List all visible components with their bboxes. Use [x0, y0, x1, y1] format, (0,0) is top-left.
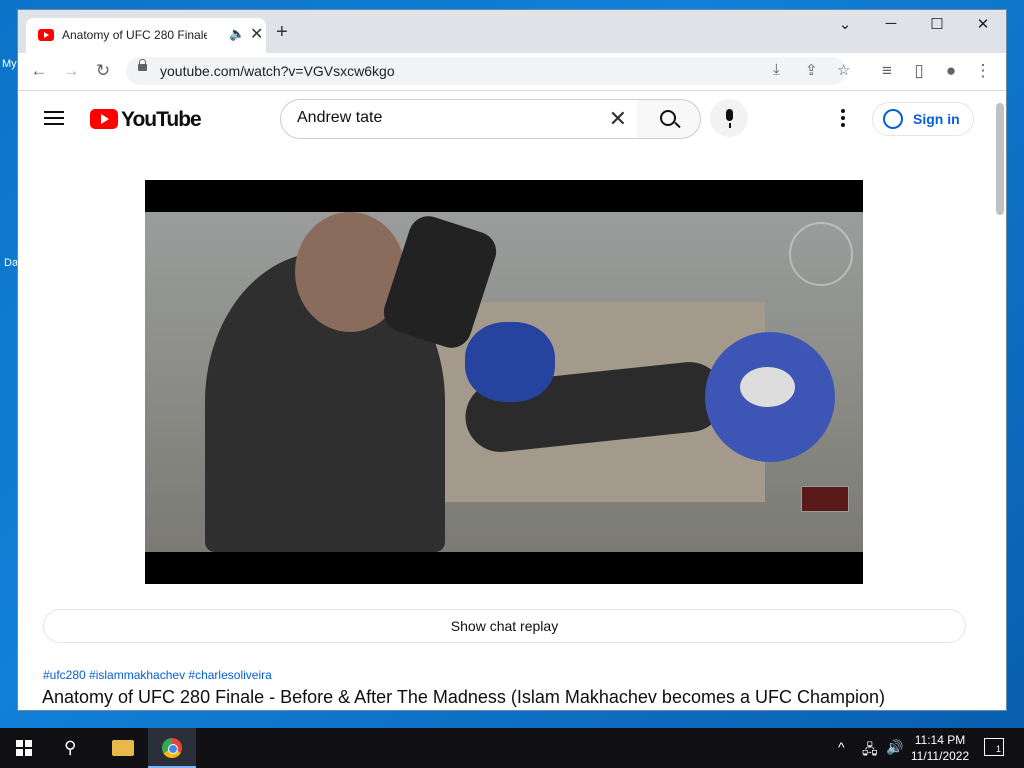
- video-frame: [145, 211, 863, 552]
- side-panel-icon[interactable]: ▯: [908, 61, 930, 81]
- youtube-wordmark: YouTube: [121, 108, 202, 131]
- install-icon[interactable]: ⤓: [773, 61, 780, 78]
- voice-search-button[interactable]: [710, 99, 748, 137]
- tab-title: Anatomy of UFC 280 Finale - Before & Aft…: [62, 28, 207, 42]
- account-icon: [883, 109, 903, 129]
- tab-search-icon[interactable]: ⌄: [822, 15, 868, 33]
- back-icon[interactable]: ←: [28, 61, 50, 81]
- youtube-play-icon: [90, 109, 118, 129]
- minimize-button[interactable]: ─: [868, 15, 914, 32]
- bookmark-star-icon[interactable]: ☆: [837, 61, 850, 79]
- chrome-taskbar-button[interactable]: [148, 728, 196, 768]
- sign-in-button[interactable]: Sign in: [872, 102, 974, 136]
- search-icon: [660, 110, 676, 126]
- new-tab-button[interactable]: +: [276, 22, 288, 42]
- video-title: Anatomy of UFC 280 Finale - Before & Aft…: [42, 687, 886, 707]
- youtube-page: YouTube ✕ Sign in: [18, 91, 1006, 710]
- notification-center-icon[interactable]: 1: [984, 738, 1004, 756]
- sign-in-label: Sign in: [913, 111, 960, 127]
- volume-icon[interactable]: 🔊: [886, 739, 903, 756]
- search-icon: ⚲: [64, 738, 77, 757]
- show-chat-replay-button[interactable]: Show chat replay: [43, 609, 966, 643]
- clock-date: 11/11/2022: [910, 749, 970, 763]
- settings-kebab-icon[interactable]: [841, 109, 845, 130]
- folder-icon: [112, 740, 134, 756]
- microphone-icon: [726, 109, 733, 121]
- desktop-icon-label[interactable]: Da: [4, 257, 18, 269]
- channel-watermark-icon: [789, 222, 853, 286]
- reload-icon[interactable]: ↻: [92, 61, 114, 81]
- video-player[interactable]: [145, 180, 863, 584]
- address-bar[interactable]: youtube.com/watch?v=VGVsxcw6kgo ⤓ ⇪ ☆: [126, 57, 850, 85]
- windows-logo-icon: [16, 740, 32, 756]
- branding-badge-icon: [801, 486, 849, 512]
- network-icon[interactable]: 🖧: [862, 739, 878, 763]
- video-hashtags[interactable]: #ufc280 #islammakhachev #charlesoliveira: [43, 668, 272, 682]
- taskbar: ⚲ ^ 🖧 🔊 11:14 PM 11/11/2022 1: [0, 728, 1024, 768]
- search-button[interactable]: [637, 99, 701, 139]
- show-hidden-icons-icon[interactable]: ^: [838, 739, 845, 755]
- media-control-icon[interactable]: ≡: [876, 61, 898, 81]
- system-clock[interactable]: 11:14 PM 11/11/2022: [908, 732, 972, 764]
- search-input[interactable]: [295, 108, 599, 128]
- clear-search-icon[interactable]: ✕: [609, 106, 627, 132]
- youtube-favicon-icon: [38, 29, 54, 41]
- start-button[interactable]: [0, 728, 48, 768]
- close-tab-icon[interactable]: ✕: [250, 24, 263, 44]
- profile-icon[interactable]: ●: [940, 61, 962, 81]
- share-icon[interactable]: ⇪: [805, 61, 818, 79]
- tab-active[interactable]: Anatomy of UFC 280 Finale - Before & Aft…: [26, 18, 266, 53]
- browser-toolbar: ← → ↻ youtube.com/watch?v=VGVsxcw6kgo ⤓ …: [18, 53, 1006, 91]
- desktop-icon-label[interactable]: My: [2, 58, 17, 70]
- speaker-icon[interactable]: 🔈: [229, 26, 245, 42]
- maximize-button[interactable]: ☐: [914, 15, 960, 33]
- search-box: ✕: [280, 99, 638, 139]
- file-explorer-button[interactable]: [98, 728, 146, 768]
- url-text[interactable]: youtube.com/watch?v=VGVsxcw6kgo: [160, 63, 395, 79]
- hamburger-menu-icon[interactable]: [44, 111, 64, 125]
- tab-strip: Anatomy of UFC 280 Finale - Before & Aft…: [18, 10, 1006, 53]
- page-scrollbar[interactable]: [994, 91, 1006, 710]
- chrome-window: Anatomy of UFC 280 Finale - Before & Aft…: [18, 10, 1006, 710]
- search-taskbar-button[interactable]: ⚲: [48, 728, 96, 768]
- lock-icon[interactable]: [138, 59, 147, 71]
- notification-count: 1: [996, 744, 1002, 754]
- menu-kebab-icon[interactable]: ⋮: [972, 61, 994, 81]
- youtube-header: YouTube ✕ Sign in: [18, 91, 994, 147]
- scrollbar-thumb[interactable]: [996, 103, 1004, 215]
- close-window-button[interactable]: ✕: [960, 15, 1006, 33]
- forward-icon[interactable]: →: [60, 61, 82, 81]
- clock-time: 11:14 PM: [914, 733, 966, 747]
